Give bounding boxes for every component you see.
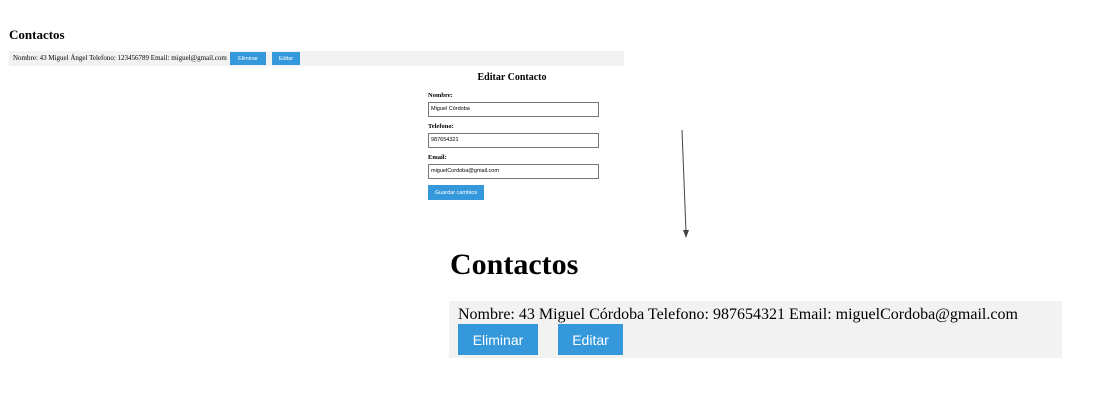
edit-button-before[interactable]: Editar bbox=[272, 52, 300, 65]
edit-button-after[interactable]: Editar bbox=[558, 324, 623, 355]
name-label: Nombre: bbox=[428, 92, 453, 99]
delete-button-after[interactable]: Eliminar bbox=[458, 324, 538, 355]
phone-field[interactable]: 987654321 bbox=[428, 133, 599, 148]
page-title-after: Contactos bbox=[450, 248, 579, 281]
contact-row-after: Nombre: 43 Miguel Córdoba Telefono: 9876… bbox=[449, 301, 1062, 358]
page-title-before: Contactos bbox=[9, 27, 65, 42]
contact-info-after: Nombre: 43 Miguel Córdoba Telefono: 9876… bbox=[458, 306, 1018, 323]
delete-button-before[interactable]: Eliminar bbox=[230, 52, 266, 65]
contact-info-before: Nombre: 43 Miguel Ángel Telefono: 123456… bbox=[13, 54, 227, 62]
edit-form-title: Editar Contacto bbox=[477, 72, 547, 83]
name-field[interactable]: Miguel Córdoba bbox=[428, 102, 599, 117]
email-field[interactable]: miguelCordoba@gmail.com bbox=[428, 164, 599, 179]
save-changes-button[interactable]: Guardar cambios bbox=[428, 185, 484, 200]
contact-row-before: Nombre: 43 Miguel Ángel Telefono: 123456… bbox=[9, 51, 624, 66]
email-label: Email: bbox=[428, 154, 447, 161]
phone-label: Telefono: bbox=[428, 123, 454, 130]
arrow-down-icon bbox=[681, 129, 689, 238]
